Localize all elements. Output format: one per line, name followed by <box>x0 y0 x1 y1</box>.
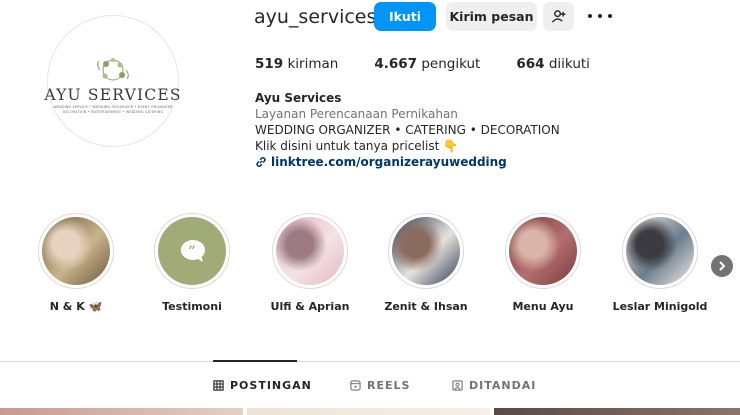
tab-posts[interactable]: POSTINGAN <box>213 379 312 392</box>
highlight-cover <box>42 217 110 285</box>
highlight-item[interactable]: Leslar Minigold <box>605 213 715 313</box>
reels-icon <box>350 380 361 391</box>
highlight-item[interactable]: ” Testimoni <box>137 213 247 313</box>
profile-bio: Ayu Services Layanan Perencanaan Pernika… <box>255 90 560 170</box>
highlights-next-button[interactable] <box>711 255 733 277</box>
highlight-label: N & K 🦋 <box>49 300 103 313</box>
svg-text:”: ” <box>188 244 195 259</box>
floral-wreath-icon <box>97 57 129 80</box>
bio-category: Layanan Perencanaan Pernikahan <box>255 107 458 121</box>
logo-name: AYU SERVICES <box>44 85 182 104</box>
bio-line-2: Klik disini untuk tanya pricelist 👇 <box>255 139 459 153</box>
more-dots-icon[interactable] <box>588 8 612 24</box>
highlight-label: Ulfi & Aprian <box>270 300 350 313</box>
post-thumbnail[interactable] <box>247 408 490 415</box>
username: ayu_services <box>254 6 377 28</box>
bio-name: Ayu Services <box>255 91 342 105</box>
highlight-cover <box>392 217 460 285</box>
post-thumbnail[interactable] <box>494 408 740 415</box>
highlight-item[interactable]: Menu Ayu <box>488 213 598 313</box>
grid-icon <box>213 380 224 391</box>
highlight-label: Menu Ayu <box>512 300 574 313</box>
profile-avatar[interactable]: AYU SERVICES WEDDING SERVICE • WEDDING O… <box>44 15 182 147</box>
highlight-label: Testimoni <box>162 300 222 313</box>
highlight-label: Zenit & Ihsan <box>384 300 468 313</box>
active-tab-indicator <box>213 360 297 362</box>
link-icon <box>256 157 266 167</box>
highlight-cover <box>626 217 694 285</box>
chevron-right-icon <box>719 261 726 271</box>
message-button[interactable]: Kirim pesan <box>446 2 537 31</box>
followers-stat[interactable]: 4.667 pengikut <box>374 56 480 72</box>
posts-stat: 519 kiriman <box>255 56 339 72</box>
following-stat[interactable]: 664 diikuti <box>516 56 590 72</box>
follow-button[interactable]: Ikuti <box>374 2 436 31</box>
highlight-item[interactable]: N & K 🦋 <box>21 213 131 313</box>
highlight-label: Leslar Minigold <box>612 300 708 313</box>
highlight-cover <box>509 217 577 285</box>
profile-stats: 519 kiriman 4.667 pengikut 664 diikuti <box>255 56 626 72</box>
tab-tagged[interactable]: DITANDAI <box>452 379 536 392</box>
tagged-icon <box>452 380 463 391</box>
logo-tagline-2: DECORATION • ENTERTAINMENT • WEDDING CAT… <box>62 109 164 114</box>
highlight-cover: ” <box>158 217 226 285</box>
quote-bubble-icon: ” <box>180 239 205 262</box>
highlight-cover <box>276 217 344 285</box>
highlight-item[interactable]: Ulfi & Aprian <box>255 213 365 313</box>
logo-tagline-1: WEDDING SERVICE • WEDDING ORGANIZER • EV… <box>53 104 173 109</box>
post-thumbnail[interactable] <box>0 408 243 415</box>
highlight-item[interactable]: Zenit & Ihsan <box>371 213 481 313</box>
suggest-button[interactable] <box>543 2 574 31</box>
tabs-divider <box>0 361 740 362</box>
add-person-icon <box>551 10 566 23</box>
bio-link[interactable]: linktree.com/organizerayuwedding <box>255 154 560 170</box>
bio-line-1: WEDDING ORGANIZER • CATERING • DECORATIO… <box>255 123 560 137</box>
tab-reels[interactable]: REELS <box>350 379 410 392</box>
